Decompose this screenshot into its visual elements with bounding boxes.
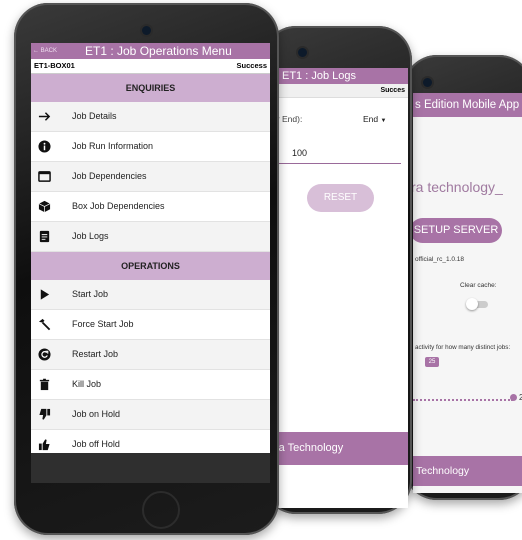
menu-item-box-job-dependencies[interactable]: Box Job Dependencies (31, 192, 270, 222)
status-label: Succes (271, 84, 408, 98)
job-operations-screen: ← BACK ET1 : Job Operations Menu ET1-BOX… (31, 43, 270, 483)
menu-item-label: Box Job Dependencies (72, 201, 165, 211)
menu-item-label: Job Details (72, 111, 117, 121)
operations-section-header: OPERATIONS (31, 252, 270, 280)
log-position-select[interactable]: End ▼ (363, 114, 386, 124)
enquiries-list: Job Details Job Run Information Job Depe… (31, 102, 270, 252)
navigation-bar (31, 453, 270, 483)
status-badge: Success (236, 61, 267, 70)
page-title: ET1 : Job Operations Menu (85, 44, 232, 58)
thumbs-down-icon (39, 408, 51, 420)
job-status-bar: ET1-BOX01 Success (31, 59, 270, 74)
operations-list: Start Job Force Start Job Restart Job Ki… (31, 280, 270, 460)
activity-slider-track[interactable] (413, 399, 513, 401)
menu-item-label: Force Start Job (72, 319, 134, 329)
document-icon (39, 230, 50, 243)
menu-item-job-details[interactable]: Job Details (31, 102, 270, 132)
menu-item-job-dependencies[interactable]: Job Dependencies (31, 162, 270, 192)
menu-item-force-start-job[interactable]: Force Start Job (31, 310, 270, 340)
front-camera (142, 26, 151, 35)
activity-label: activity for how many distinct jobs: (415, 344, 511, 351)
enquiries-section-header: ENQUIRIES (31, 74, 270, 102)
page-title: ET1 : Job Logs (271, 68, 408, 84)
menu-item-kill-job[interactable]: Kill Job (31, 370, 270, 400)
back-button[interactable]: ← BACK (33, 43, 57, 59)
job-name: ET1-BOX01 (34, 61, 75, 70)
arrow-right-icon (38, 112, 51, 121)
input-underline (271, 163, 401, 164)
menu-item-label: Job Dependencies (72, 171, 147, 181)
footer-banner: Technology (413, 456, 522, 486)
trash-icon (39, 378, 50, 391)
menu-item-job-run-information[interactable]: Job Run Information (31, 132, 270, 162)
app-header: ← BACK ET1 : Job Operations Menu (31, 43, 270, 59)
menu-item-restart-job[interactable]: Restart Job (31, 340, 270, 370)
play-icon (40, 289, 50, 300)
toggle-knob (466, 298, 478, 310)
menu-item-job-logs[interactable]: Job Logs (31, 222, 270, 252)
hammer-icon (38, 318, 51, 331)
clear-cache-label: Clear cache: (460, 282, 497, 289)
menu-item-job-on-hold[interactable]: Job on Hold (31, 400, 270, 430)
thumbs-up-icon (38, 439, 50, 451)
menu-item-start-job[interactable]: Start Job (31, 280, 270, 310)
front-camera (423, 78, 432, 87)
reset-button[interactable]: RESET (307, 184, 374, 212)
chevron-down-icon: ▼ (380, 118, 387, 124)
version-label: official_rc_1.0.18 (415, 256, 465, 263)
app-header: s Edition Mobile App (413, 93, 522, 117)
phone-job-logs: ET1 : Job Logs Succes g or End): End ▼ ?… (262, 26, 412, 514)
menu-item-label: Job on Hold (72, 409, 121, 419)
restart-icon (38, 348, 51, 361)
activity-slider-knob[interactable] (510, 394, 517, 401)
menu-item-label: Kill Job (72, 379, 102, 389)
activity-count-badge: 25 (425, 357, 439, 367)
phone-job-operations: ← BACK ET1 : Job Operations Menu ET1-BOX… (14, 3, 279, 535)
home-button[interactable] (142, 491, 180, 529)
cube-icon (38, 200, 51, 213)
info-icon (38, 140, 51, 153)
window-icon (38, 171, 51, 182)
menu-item-label: Job Run Information (72, 141, 154, 151)
front-camera (298, 48, 307, 57)
footer-banner: ra Technology (271, 432, 408, 465)
brand-logo-text: ra technology_ (413, 179, 503, 195)
settings-screen: s Edition Mobile App ra technology_ SETU… (413, 93, 522, 493)
line-count-input[interactable]: 100 (292, 148, 307, 158)
setup-server-button[interactable]: SETUP SERVER (413, 218, 502, 243)
clear-cache-toggle[interactable] (466, 298, 488, 310)
phone-settings: s Edition Mobile App ra technology_ SETU… (403, 55, 522, 500)
select-value: End (363, 114, 379, 124)
menu-item-label: Job Logs (72, 231, 109, 241)
job-logs-screen: ET1 : Job Logs Succes g or End): End ▼ ?… (271, 68, 408, 508)
menu-item-label: Start Job (72, 289, 109, 299)
menu-item-label: Restart Job (72, 349, 119, 359)
